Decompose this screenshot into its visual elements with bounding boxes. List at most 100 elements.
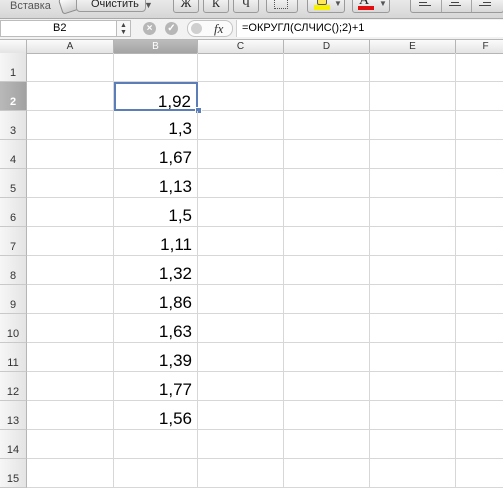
cell-c10[interactable]: [198, 314, 284, 343]
cancel-icon[interactable]: ×: [143, 22, 156, 35]
cell-f14[interactable]: [456, 430, 503, 459]
cell-c6[interactable]: [198, 198, 284, 227]
align-center-button[interactable]: [441, 0, 472, 12]
cell-b2[interactable]: 1,92: [114, 82, 198, 111]
cell-b10[interactable]: 1,63: [114, 314, 198, 343]
cell-c7[interactable]: [198, 227, 284, 256]
cell-c1[interactable]: [198, 53, 284, 82]
cell-a8[interactable]: [27, 256, 114, 285]
cell-a5[interactable]: [27, 169, 114, 198]
cell-f11[interactable]: [456, 343, 503, 372]
cell-d12[interactable]: [284, 372, 370, 401]
cell-f13[interactable]: [456, 401, 503, 430]
row-header[interactable]: 12: [0, 372, 27, 401]
cell-d13[interactable]: [284, 401, 370, 430]
cell-b13[interactable]: 1,56: [114, 401, 198, 430]
cell-e11[interactable]: [370, 343, 456, 372]
row-header[interactable]: 2: [0, 82, 27, 111]
insert-function-icon[interactable]: fx: [214, 21, 223, 37]
cell-a1[interactable]: [27, 53, 114, 82]
cell-e5[interactable]: [370, 169, 456, 198]
cell-e2[interactable]: [370, 82, 456, 111]
cell-c14[interactable]: [198, 430, 284, 459]
name-box-stepper-icon[interactable]: ▲ ▼: [117, 20, 131, 37]
font-color-dropdown-icon[interactable]: ▼: [379, 0, 387, 8]
bold-button[interactable]: Ж: [173, 0, 199, 13]
column-header-a[interactable]: A: [27, 40, 114, 53]
cell-d14[interactable]: [284, 430, 370, 459]
row-header[interactable]: 15: [0, 459, 27, 488]
cell-d4[interactable]: [284, 140, 370, 169]
cell-a7[interactable]: [27, 227, 114, 256]
row-header[interactable]: 3: [0, 111, 27, 140]
cell-f10[interactable]: [456, 314, 503, 343]
cell-e15[interactable]: [370, 459, 456, 488]
cell-a2[interactable]: [27, 82, 114, 111]
cell-c13[interactable]: [198, 401, 284, 430]
cell-c15[interactable]: [198, 459, 284, 488]
cell-d8[interactable]: [284, 256, 370, 285]
cell-b6[interactable]: 1,5: [114, 198, 198, 227]
cell-f4[interactable]: [456, 140, 503, 169]
align-left-button[interactable]: [411, 0, 442, 12]
cell-c8[interactable]: [198, 256, 284, 285]
cell-c3[interactable]: [198, 111, 284, 140]
cell-f8[interactable]: [456, 256, 503, 285]
formula-builder-icon[interactable]: [191, 23, 202, 34]
cell-e3[interactable]: [370, 111, 456, 140]
cell-b1[interactable]: [114, 53, 198, 82]
cell-d7[interactable]: [284, 227, 370, 256]
cell-f15[interactable]: [456, 459, 503, 488]
cell-c11[interactable]: [198, 343, 284, 372]
cell-d10[interactable]: [284, 314, 370, 343]
cell-b3[interactable]: 1,3: [114, 111, 198, 140]
cell-a15[interactable]: [27, 459, 114, 488]
cell-d15[interactable]: [284, 459, 370, 488]
cell-b9[interactable]: 1,86: [114, 285, 198, 314]
column-header-d[interactable]: D: [284, 40, 370, 53]
cell-e9[interactable]: [370, 285, 456, 314]
cell-b12[interactable]: 1,77: [114, 372, 198, 401]
cell-c12[interactable]: [198, 372, 284, 401]
underline-button[interactable]: Ч: [233, 0, 259, 13]
borders-button[interactable]: [266, 0, 298, 13]
cell-e4[interactable]: [370, 140, 456, 169]
row-header[interactable]: 4: [0, 140, 27, 169]
row-header[interactable]: 9: [0, 285, 27, 314]
cell-a14[interactable]: [27, 430, 114, 459]
cell-f3[interactable]: [456, 111, 503, 140]
column-header-b[interactable]: B: [114, 40, 198, 53]
cell-f12[interactable]: [456, 372, 503, 401]
cell-e6[interactable]: [370, 198, 456, 227]
cell-d5[interactable]: [284, 169, 370, 198]
cell-e8[interactable]: [370, 256, 456, 285]
cell-e10[interactable]: [370, 314, 456, 343]
column-header-e[interactable]: E: [370, 40, 456, 53]
cell-c9[interactable]: [198, 285, 284, 314]
row-header[interactable]: 10: [0, 314, 27, 343]
cell-a9[interactable]: [27, 285, 114, 314]
cell-f7[interactable]: [456, 227, 503, 256]
row-header[interactable]: 1: [0, 53, 27, 82]
row-header[interactable]: 11: [0, 343, 27, 372]
cell-c4[interactable]: [198, 140, 284, 169]
cell-c2[interactable]: [198, 82, 284, 111]
cell-b8[interactable]: 1,32: [114, 256, 198, 285]
cell-b5[interactable]: 1,13: [114, 169, 198, 198]
column-header-c[interactable]: C: [198, 40, 284, 53]
cell-e13[interactable]: [370, 401, 456, 430]
paste-label[interactable]: Вставка: [10, 0, 51, 12]
cell-e14[interactable]: [370, 430, 456, 459]
cell-e1[interactable]: [370, 53, 456, 82]
cell-b15[interactable]: [114, 459, 198, 488]
row-header[interactable]: 6: [0, 198, 27, 227]
select-all-corner[interactable]: [0, 40, 27, 53]
clear-dropdown-icon[interactable]: ▼: [144, 0, 153, 10]
cell-a3[interactable]: [27, 111, 114, 140]
row-header[interactable]: 14: [0, 430, 27, 459]
row-header[interactable]: 5: [0, 169, 27, 198]
cell-a10[interactable]: [27, 314, 114, 343]
align-right-button[interactable]: [471, 0, 501, 12]
cell-d6[interactable]: [284, 198, 370, 227]
cell-d1[interactable]: [284, 53, 370, 82]
